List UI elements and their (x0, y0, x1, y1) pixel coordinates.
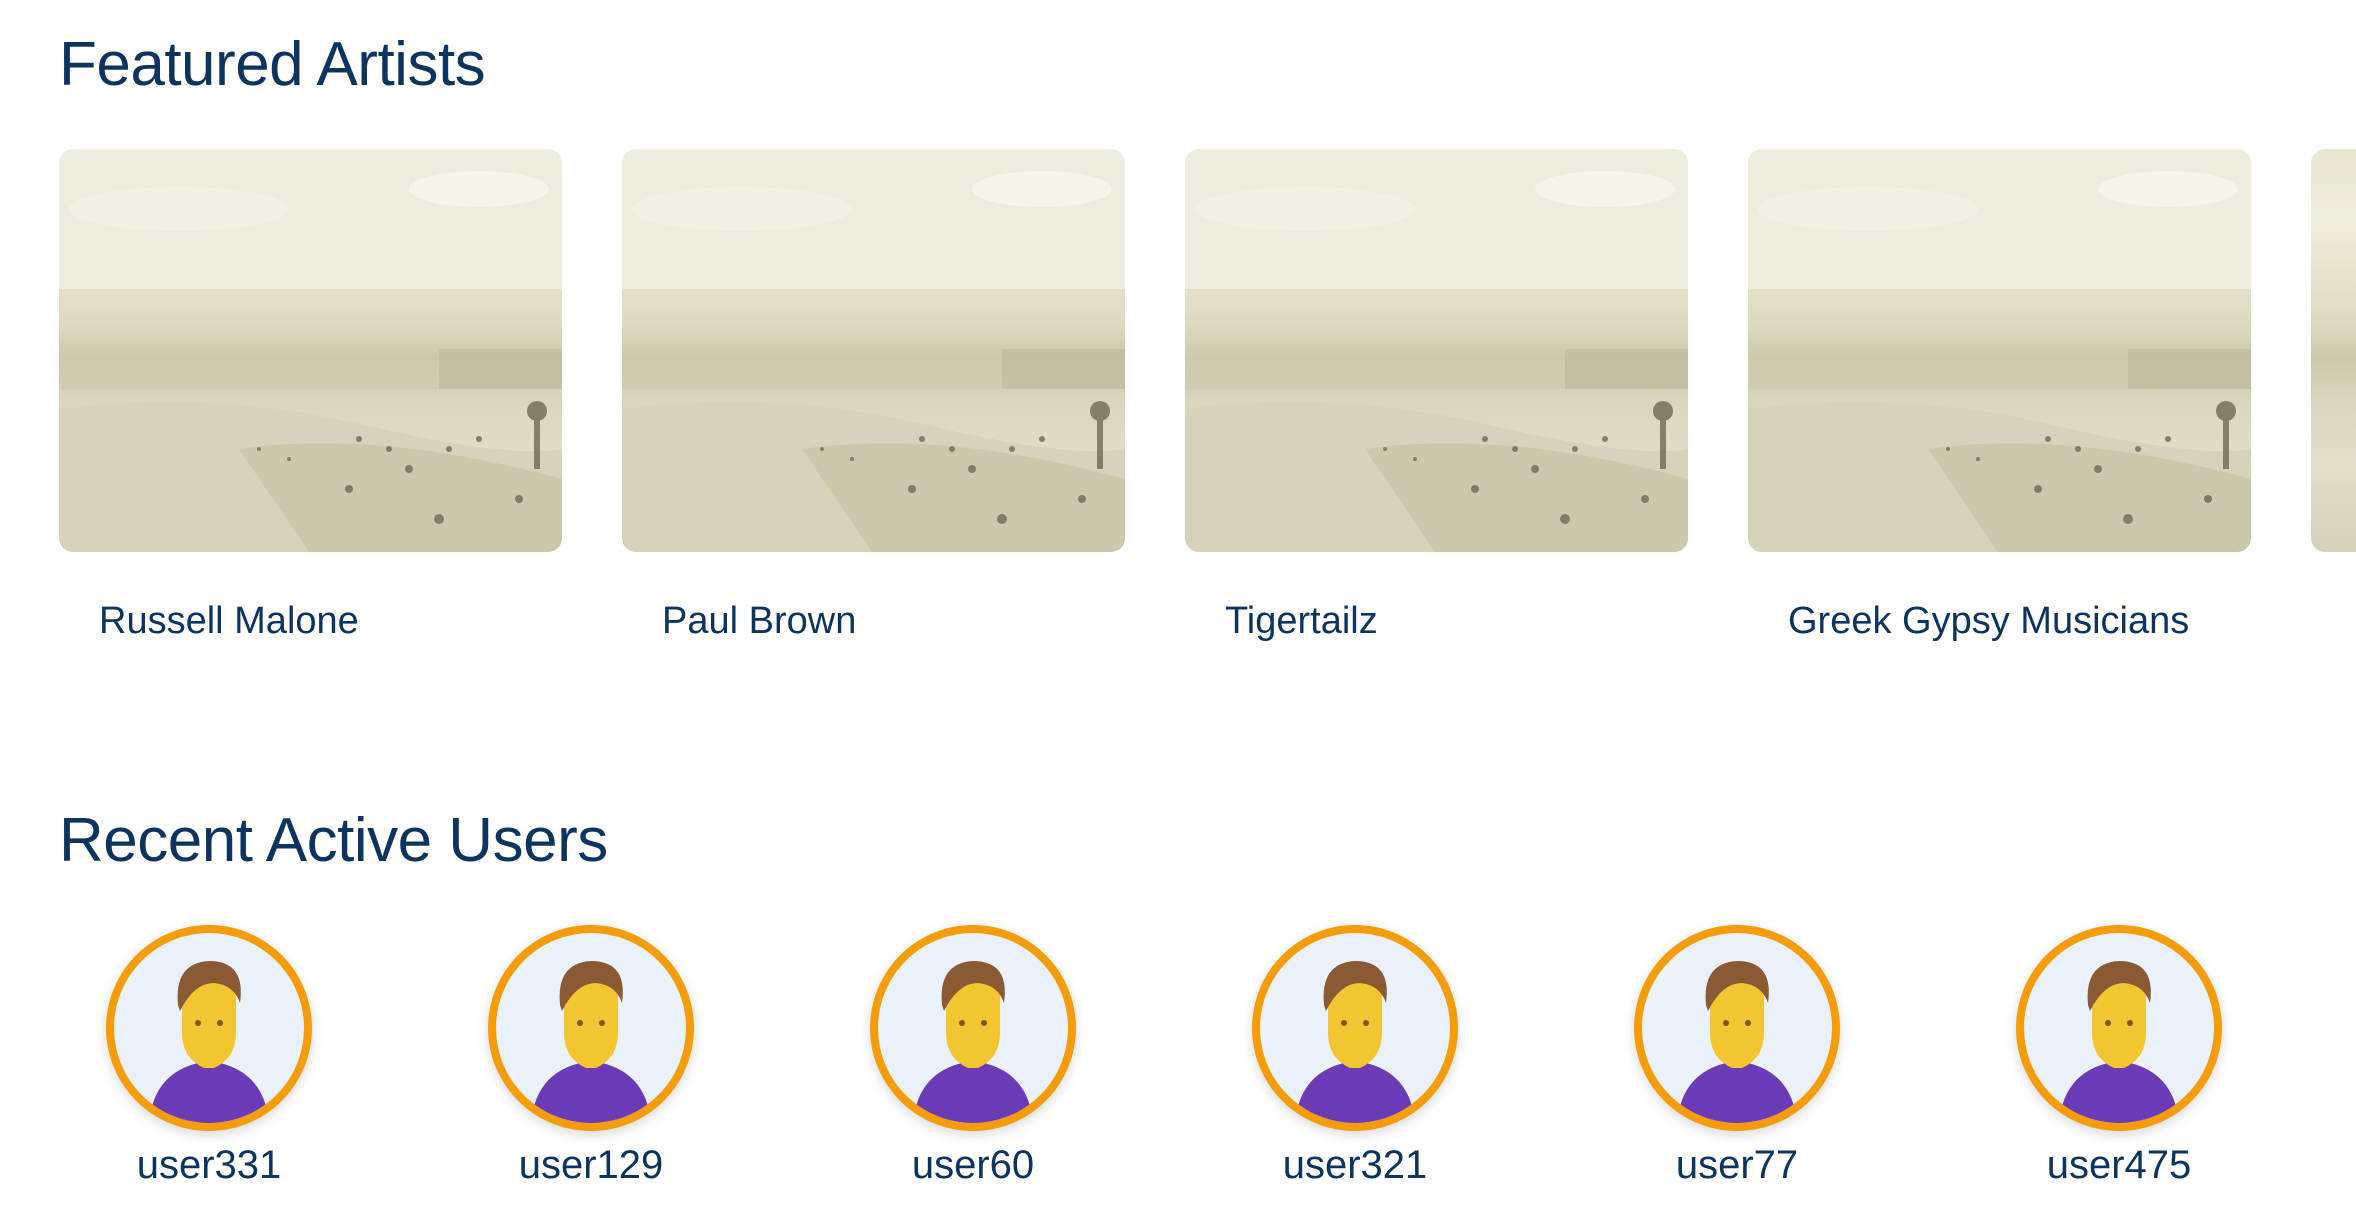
user-card[interactable]: user331 (79, 925, 339, 1185)
artist-image[interactable] (1748, 149, 2251, 552)
user-avatar[interactable] (1634, 925, 1840, 1131)
artist-card[interactable]: Greek Gypsy Musicians (1748, 149, 2251, 645)
person-avatar-icon (913, 961, 1033, 1123)
person-avatar-icon (149, 961, 269, 1123)
featured-artists-carousel[interactable]: Russell Malone Paul Brown Tigertailz Gre… (59, 149, 2356, 709)
artist-name[interactable]: Russell Malone (99, 597, 529, 645)
user-name[interactable]: user77 (1607, 1145, 1867, 1185)
user-card[interactable]: user475 (1989, 925, 2249, 1185)
artist-image[interactable] (2311, 149, 2356, 552)
user-card[interactable]: user77 (1607, 925, 1867, 1185)
artist-name[interactable]: Paul Brown (662, 597, 1092, 645)
beach-photo-placeholder (622, 149, 1125, 552)
user-name[interactable]: user331 (79, 1145, 339, 1185)
recent-active-users-title: Recent Active Users (59, 806, 608, 875)
beach-photo-placeholder (1748, 149, 2251, 552)
beach-photo-placeholder (1185, 149, 1688, 552)
beach-photo-placeholder (59, 149, 562, 552)
user-name[interactable]: user321 (1225, 1145, 1485, 1185)
page: Featured Artists Russell Malone Paul Bro… (0, 0, 2356, 1232)
user-avatar[interactable] (488, 925, 694, 1131)
artist-card-partial[interactable] (2311, 149, 2356, 552)
artist-card[interactable]: Russell Malone (59, 149, 562, 645)
user-card[interactable]: user321 (1225, 925, 1485, 1185)
user-name[interactable]: user475 (1989, 1145, 2249, 1185)
artist-name[interactable]: Tigertailz (1225, 597, 1655, 645)
person-avatar-icon (531, 961, 651, 1123)
artist-image[interactable] (1185, 149, 1688, 552)
user-card[interactable]: user60 (843, 925, 1103, 1185)
user-avatar[interactable] (2016, 925, 2222, 1131)
user-avatar[interactable] (1252, 925, 1458, 1131)
user-avatar[interactable] (106, 925, 312, 1131)
user-name[interactable]: user60 (843, 1145, 1103, 1185)
recent-users-list: user331 user129 user60 user321 user77 us… (0, 925, 2356, 1185)
artist-image[interactable] (622, 149, 1125, 552)
artist-card[interactable]: Tigertailz (1185, 149, 1688, 645)
person-avatar-icon (1677, 961, 1797, 1123)
person-avatar-icon (1295, 961, 1415, 1123)
user-avatar[interactable] (870, 925, 1076, 1131)
artist-name[interactable]: Greek Gypsy Musicians (1788, 597, 2218, 645)
user-name[interactable]: user129 (461, 1145, 721, 1185)
user-card[interactable]: user129 (461, 925, 721, 1185)
artist-card[interactable]: Paul Brown (622, 149, 1125, 645)
artist-image[interactable] (59, 149, 562, 552)
featured-artists-title: Featured Artists (59, 30, 486, 99)
person-avatar-icon (2059, 961, 2179, 1123)
